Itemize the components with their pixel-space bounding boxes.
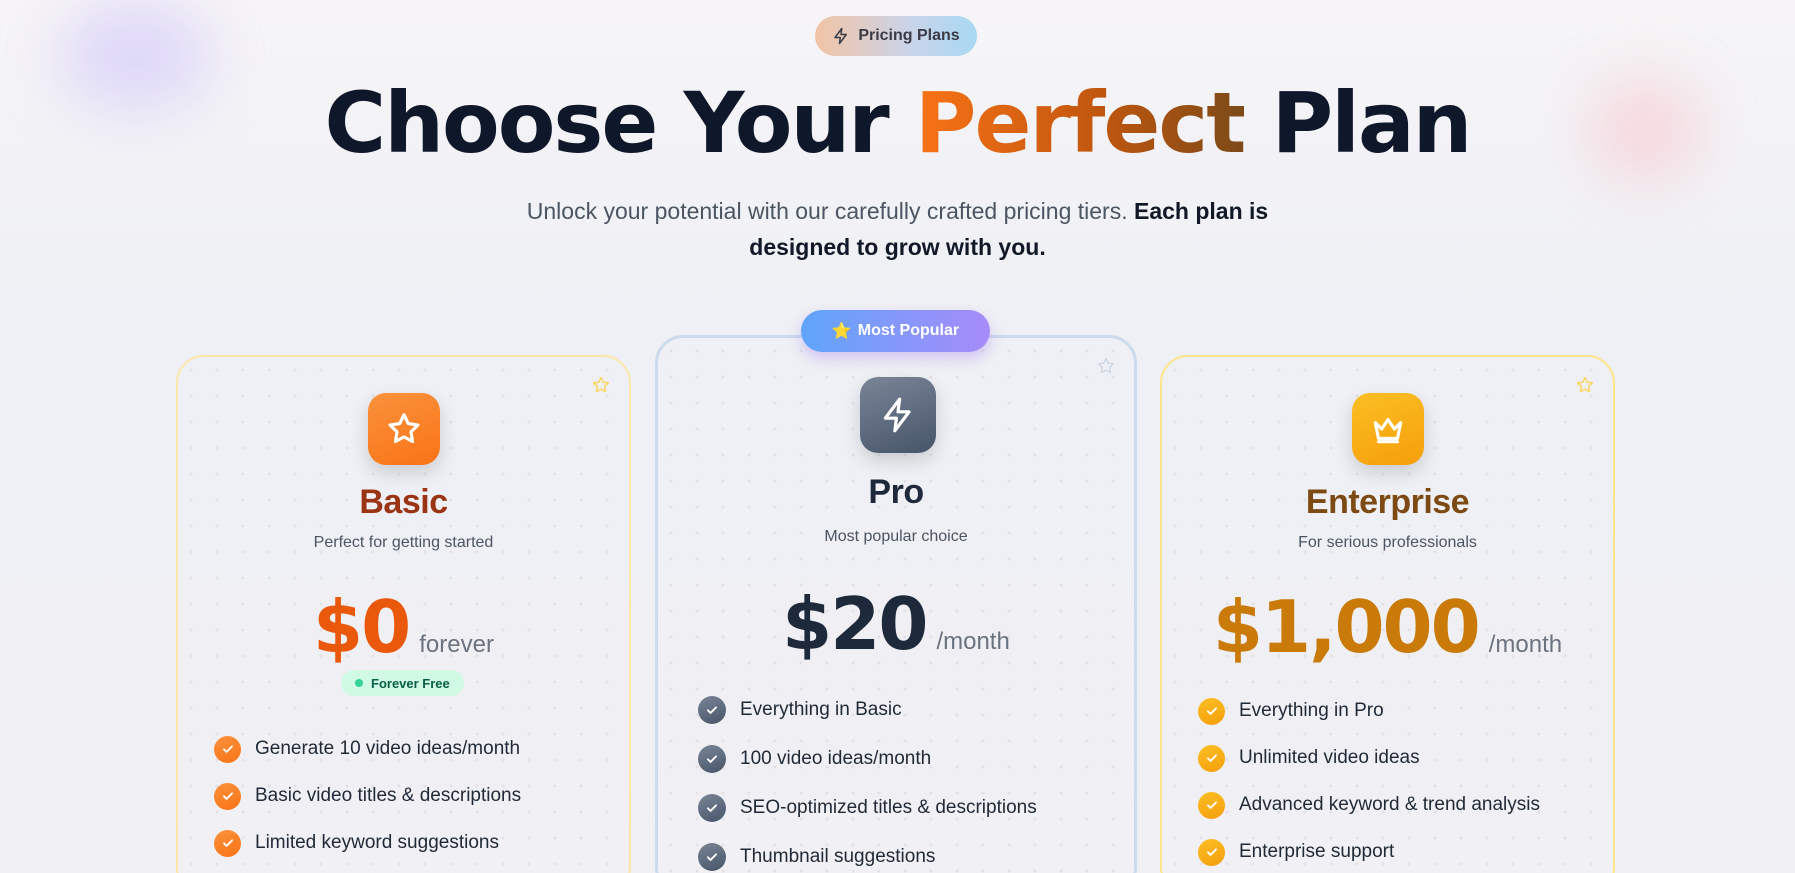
star-emoji-icon: ⭐	[831, 323, 852, 340]
feature-text: Enterprise support	[1239, 841, 1395, 862]
corner-star-icon	[1577, 376, 1593, 393]
feature-item: Generate 10 video ideas/month	[214, 735, 521, 763]
check-icon	[1198, 744, 1225, 772]
feature-item: Everything in Basic	[698, 696, 1037, 724]
feature-list: Generate 10 video ideas/month Basic vide…	[214, 735, 521, 873]
price-row: $1,000 /month	[1162, 585, 1613, 669]
status-dot-icon	[355, 679, 363, 687]
price-row: $0 forever	[178, 585, 629, 669]
check-icon	[698, 794, 726, 822]
feature-list: Everything in Pro Unlimited video ideas …	[1198, 697, 1540, 873]
plan-name: Enterprise	[1305, 483, 1470, 521]
feature-text: Unlimited video ideas	[1239, 747, 1420, 768]
most-popular-badge: ⭐ Most Popular	[801, 310, 990, 352]
check-icon	[698, 745, 726, 773]
star-icon	[368, 393, 440, 465]
feature-text: Limited keyword suggestions	[255, 832, 499, 853]
plan-card-pro[interactable]: Pro Most popular choice $20 /month Every…	[655, 335, 1137, 873]
feature-list: Everything in Basic 100 video ideas/mont…	[698, 696, 1037, 873]
pricing-plans-badge: Pricing Plans	[815, 16, 977, 56]
feature-item: Unlimited video ideas	[1198, 744, 1540, 772]
feature-text: Advanced keyword & trend analysis	[1239, 794, 1540, 815]
feature-text: 100 video ideas/month	[740, 748, 932, 769]
subtitle-plain: Unlock your potential with our carefully…	[526, 198, 1134, 224]
feature-text: Everything in Pro	[1239, 700, 1384, 721]
feature-text: Generate 10 video ideas/month	[255, 738, 521, 759]
check-icon	[214, 782, 241, 810]
feature-item: SEO-optimized titles & descriptions	[698, 794, 1037, 822]
feature-item: Limited keyword suggestions	[214, 829, 521, 857]
most-popular-label: Most Popular	[857, 322, 960, 339]
plan-card-enterprise[interactable]: Enterprise For serious professionals $1,…	[1160, 355, 1615, 873]
feature-item: Everything in Pro	[1198, 697, 1540, 725]
plan-period: forever	[419, 631, 494, 658]
title-end: Plan	[1244, 74, 1473, 172]
plan-tagline: For serious professionals	[1298, 534, 1477, 551]
plan-price: $1,000	[1212, 585, 1481, 669]
pill-label: Forever Free	[371, 675, 450, 691]
feature-item: Advanced keyword & trend analysis	[1198, 791, 1540, 819]
check-icon	[1198, 697, 1225, 725]
lightning-icon	[860, 377, 936, 453]
feature-text: Everything in Basic	[740, 699, 902, 720]
page-title: Choose Your Perfect Plan	[0, 74, 1795, 172]
feature-text: Basic video titles & descriptions	[255, 785, 522, 806]
feature-item: Thumbnail suggestions	[698, 843, 1037, 871]
feature-item: Basic video titles & descriptions	[214, 782, 521, 810]
plan-price: $0	[313, 585, 411, 669]
plan-name: Basic	[359, 483, 448, 521]
check-icon	[214, 735, 241, 763]
plan-price: $20	[782, 582, 928, 666]
price-row: $20 /month	[658, 582, 1134, 666]
feature-text: Thumbnail suggestions	[740, 846, 936, 867]
badge-label: Pricing Plans	[858, 27, 960, 44]
feature-text: SEO-optimized titles & descriptions	[740, 797, 1037, 818]
plan-tagline: Most popular choice	[824, 528, 968, 545]
crown-icon	[1352, 393, 1424, 465]
forever-free-pill: Forever Free	[341, 670, 464, 696]
page-subtitle: Unlock your potential with our carefully…	[480, 193, 1315, 265]
feature-item: 100 video ideas/month	[698, 745, 1037, 773]
plan-period: /month	[936, 628, 1010, 655]
corner-star-icon	[1098, 357, 1114, 374]
lightning-icon	[834, 27, 848, 45]
check-icon	[1198, 791, 1225, 819]
plan-period: /month	[1488, 631, 1563, 658]
plan-card-basic[interactable]: Basic Perfect for getting started $0 for…	[176, 355, 631, 873]
plan-tagline: Perfect for getting started	[313, 534, 494, 551]
corner-star-icon	[593, 376, 609, 393]
title-start: Choose Your	[324, 74, 915, 172]
title-accent: Perfect	[914, 74, 1246, 172]
check-icon	[1198, 838, 1225, 866]
check-icon	[698, 696, 726, 724]
feature-item: Enterprise support	[1198, 838, 1540, 866]
check-icon	[214, 829, 241, 857]
check-icon	[698, 843, 726, 871]
plan-name: Pro	[868, 473, 924, 511]
